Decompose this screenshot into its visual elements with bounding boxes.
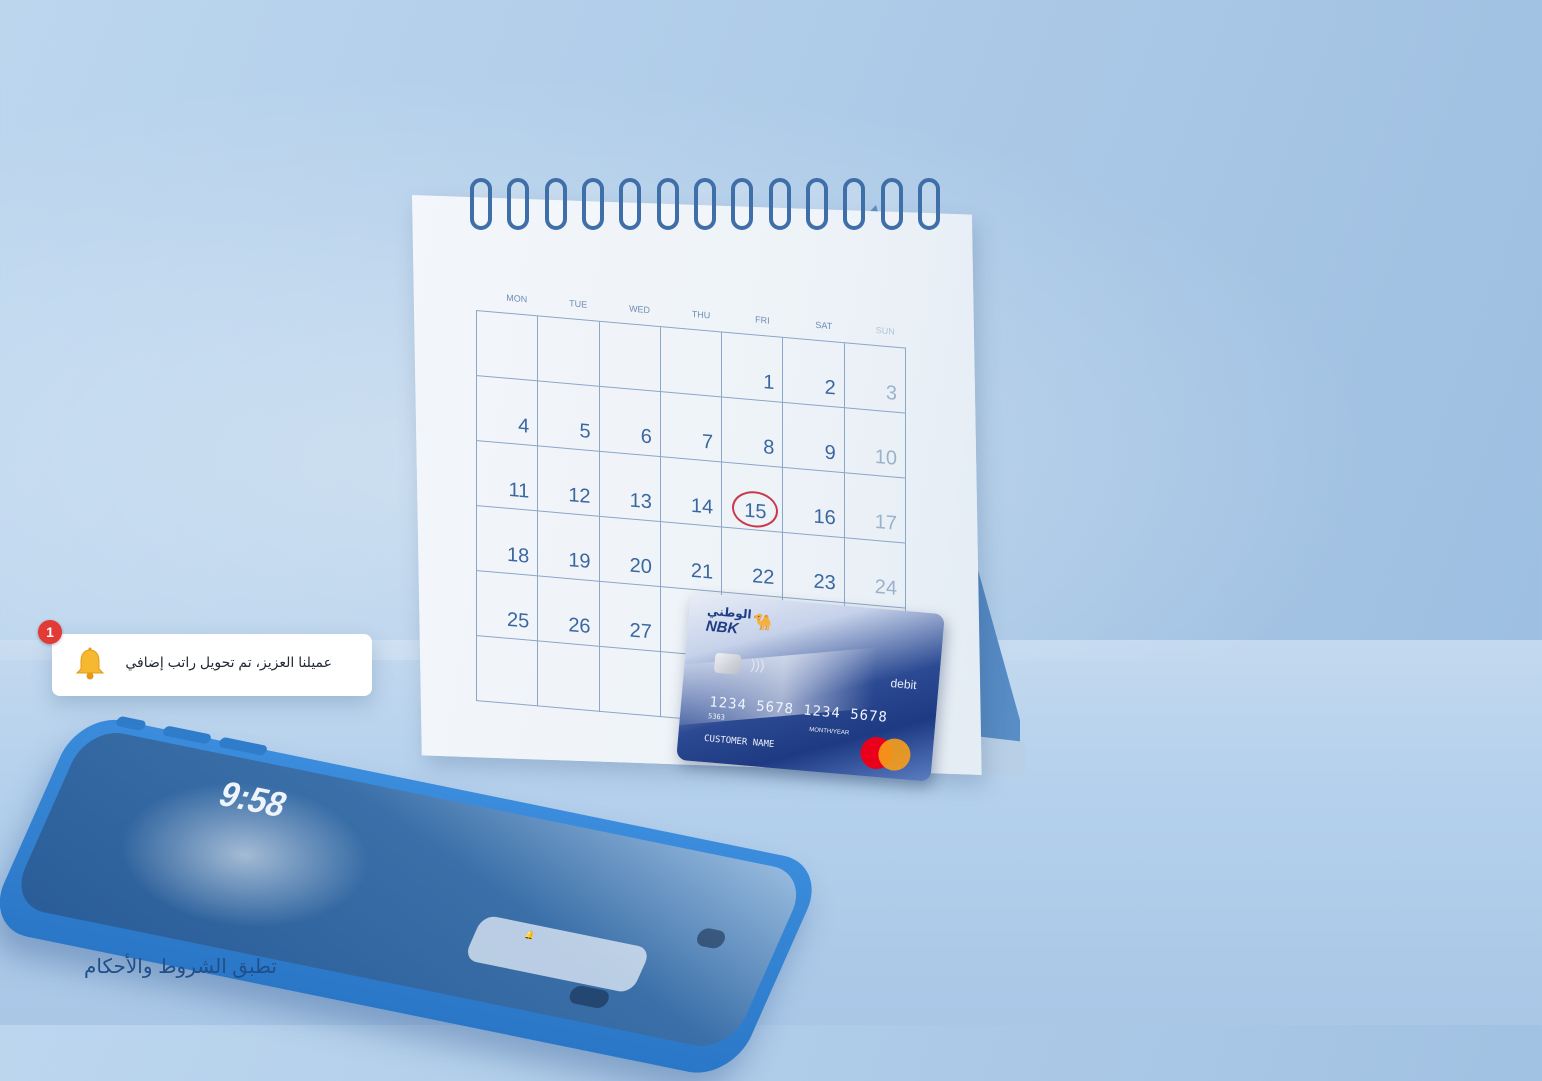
calendar-day bbox=[477, 311, 539, 382]
contactless-icon: ))) bbox=[750, 655, 766, 673]
calendar-ring bbox=[619, 178, 642, 230]
calendar-day bbox=[660, 327, 723, 398]
calendar-day-number: 13 bbox=[629, 489, 652, 514]
calendar-day-number: 4 bbox=[518, 414, 530, 438]
card-holder-name: CUSTOMER NAME bbox=[703, 733, 775, 751]
mastercard-logo-icon bbox=[859, 735, 914, 772]
calendar-day-number: 12 bbox=[568, 484, 591, 509]
calendar-ring bbox=[656, 178, 679, 230]
notification-message: عميلنا العزيز، تم تحويل راتب إضافي bbox=[125, 654, 332, 670]
calendar-day-number: 25 bbox=[507, 608, 530, 633]
calendar-day: 16 bbox=[783, 467, 845, 539]
calendar-day: 23 bbox=[783, 532, 845, 604]
calendar-day: 8 bbox=[722, 397, 784, 468]
notification-toast[interactable]: عميلنا العزيز، تم تحويل راتب إضافي bbox=[52, 634, 372, 696]
card-number-small: 5363 bbox=[707, 712, 726, 722]
calendar-day-number: 15 bbox=[732, 489, 779, 530]
bell-icon bbox=[75, 647, 105, 680]
calendar-day-number: 9 bbox=[824, 441, 836, 465]
calendar-day: 5 bbox=[538, 381, 600, 452]
calendar-day: 20 bbox=[599, 516, 661, 588]
calendar-day bbox=[599, 321, 661, 393]
calendar-day-number: 10 bbox=[874, 445, 897, 470]
calendar-day-number: 2 bbox=[824, 376, 836, 400]
calendar-day bbox=[538, 641, 600, 712]
calendar-day bbox=[477, 636, 539, 707]
calendar-ring bbox=[805, 178, 828, 230]
calendar-ring bbox=[843, 178, 866, 230]
calendar-day-number: 16 bbox=[813, 505, 836, 530]
notification-count-badge: 1 bbox=[38, 620, 62, 644]
calendar-day: 19 bbox=[538, 511, 600, 582]
calendar-day: 17 bbox=[844, 473, 906, 544]
calendar-day: 9 bbox=[783, 402, 845, 474]
calendar-ring bbox=[731, 178, 754, 230]
calendar-ring bbox=[470, 178, 492, 230]
calendar-day: 10 bbox=[844, 408, 906, 479]
calendar-day-number: 22 bbox=[752, 565, 775, 590]
calendar-day-number: 23 bbox=[813, 570, 836, 595]
calendar-day: 2 bbox=[783, 337, 845, 409]
calendar-day-number: 7 bbox=[702, 430, 714, 454]
calendar-day-number: 27 bbox=[629, 619, 652, 644]
calendar-day: 4 bbox=[477, 376, 539, 447]
calendar-day: 26 bbox=[538, 576, 600, 647]
chip-icon bbox=[713, 652, 742, 675]
calendar-ring bbox=[544, 178, 567, 230]
calendar-day: 21 bbox=[660, 522, 723, 593]
calendar-ring bbox=[507, 178, 530, 230]
calendar-day: 14 bbox=[660, 457, 723, 528]
calendar-day: 1 bbox=[722, 332, 784, 403]
camera-icon bbox=[694, 926, 729, 950]
calendar-day-number: 14 bbox=[690, 494, 714, 519]
calendar-day: 13 bbox=[599, 451, 661, 523]
calendar-ring bbox=[917, 178, 940, 230]
calendar-day: 7 bbox=[660, 392, 723, 463]
calendar-day-number: 3 bbox=[885, 381, 897, 405]
calendar-day-number: 17 bbox=[874, 510, 897, 535]
calendar-day-number: 26 bbox=[568, 614, 591, 639]
calendar-day: 18 bbox=[477, 506, 539, 577]
calendar-day-number: 21 bbox=[690, 559, 714, 584]
calendar-day-number: 8 bbox=[763, 436, 775, 460]
card-brand: NBK bbox=[705, 617, 740, 638]
debit-card: الوطني NBK 🐪 ))) debit 1234 5678 1234 56… bbox=[676, 592, 945, 782]
calendar-rings bbox=[470, 178, 940, 238]
calendar-ring bbox=[880, 178, 903, 230]
calendar-day-number: 20 bbox=[629, 554, 652, 579]
calendar-ring bbox=[693, 178, 716, 230]
calendar-day-number: 5 bbox=[579, 420, 591, 444]
calendar-day: 3 bbox=[844, 343, 906, 414]
camel-logo-icon: 🐪 bbox=[751, 613, 774, 633]
calendar-day bbox=[599, 646, 661, 718]
calendar-day: 12 bbox=[538, 446, 600, 517]
terms-notice: تطبق الشروط والأحكام bbox=[84, 956, 277, 978]
calendar-ring bbox=[581, 178, 604, 230]
calendar-day-number: 11 bbox=[508, 478, 530, 503]
calendar-day-number: 6 bbox=[640, 425, 652, 449]
calendar-day-number: 24 bbox=[874, 575, 897, 600]
calendar-day: 22 bbox=[722, 527, 784, 598]
lock-screen-notification: 🔔 bbox=[463, 914, 652, 994]
calendar-day-number: 1 bbox=[763, 371, 775, 395]
lock-screen-notification-icon: 🔔 bbox=[523, 929, 537, 941]
calendar-day bbox=[538, 316, 600, 387]
calendar-day: 25 bbox=[477, 571, 539, 642]
calendar-day: 27 bbox=[599, 581, 661, 653]
card-expiry-label: MONTH/YEAR bbox=[808, 727, 850, 737]
card-type-label: debit bbox=[890, 675, 918, 693]
calendar-ring bbox=[768, 178, 791, 230]
calendar-day-number: 19 bbox=[568, 549, 591, 574]
calendar-day: 11 bbox=[477, 441, 539, 512]
calendar-day-highlighted: 15 bbox=[722, 462, 784, 533]
calendar-day: 24 bbox=[844, 538, 906, 609]
calendar-day: 6 bbox=[599, 386, 661, 458]
calendar-day-number: 18 bbox=[507, 543, 530, 568]
